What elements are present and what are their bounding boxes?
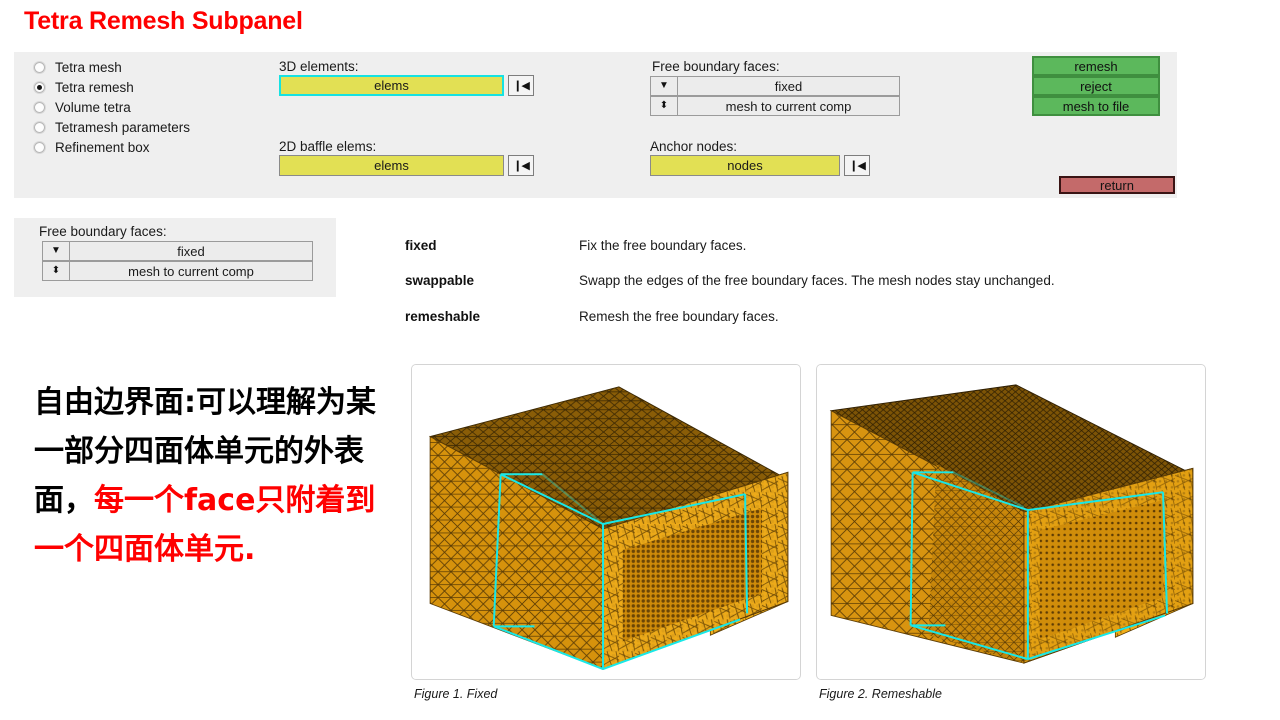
tetra-mesh-remeshable-image [817,365,1205,679]
radio-label: Refinement box [55,140,150,155]
definition-term-swappable: swappable [405,273,475,288]
radio-tetra-remesh[interactable]: Tetra remesh [34,80,134,95]
radio-refinement-box[interactable]: Refinement box [34,140,150,155]
radio-label: Tetra mesh [55,60,122,75]
figure-1-frame [411,364,801,680]
sub-free-boundary-destination-selector[interactable]: ⬍ mesh to current comp [42,261,313,281]
sub-free-boundary-mode-value[interactable]: fixed [70,241,313,261]
tetra-mesh-fixed-image [412,365,800,679]
up-down-arrow-icon[interactable]: ⬍ [42,261,70,281]
page-title: Tetra Remesh Subpanel [24,7,303,35]
collector-2d-baffle-elems[interactable]: elems ❙◀ [279,155,534,176]
collector-3d-elements-value[interactable]: elems [279,75,504,96]
skip-back-icon[interactable]: ❙◀ [844,155,870,176]
definition-desc-fixed: Fix the free boundary faces. [579,238,747,253]
free-boundary-faces-subpanel: Free boundary faces: ▼ fixed ⬍ mesh to c… [14,218,336,297]
radio-indicator-selected [34,82,45,93]
radio-indicator [34,102,45,113]
free-boundary-mode-value[interactable]: fixed [678,76,900,96]
collector-anchor-nodes[interactable]: nodes ❙◀ [650,155,870,176]
radio-tetra-mesh[interactable]: Tetra mesh [34,60,122,75]
tetra-remesh-panel: Tetra mesh Tetra remesh Volume tetra Tet… [14,52,1177,198]
sub-free-boundary-destination-value[interactable]: mesh to current comp [70,261,313,281]
radio-label: Tetramesh parameters [55,120,191,135]
radio-indicator [34,62,45,73]
note-line-3-black: 面， [34,483,94,518]
radio-label: Tetra remesh [55,80,134,95]
figure-2-frame [816,364,1206,680]
label-free-boundary-faces: Free boundary faces: [652,59,780,74]
chevron-down-icon[interactable]: ▼ [42,241,70,261]
figure-2-caption: Figure 2. Remeshable [819,687,942,701]
note-line-3: 面，每一个face只附着到 [34,476,406,525]
definition-term-remeshable: remeshable [405,309,481,324]
collector-3d-elements[interactable]: elems ❙◀ [279,75,534,96]
label-anchor-nodes: Anchor nodes: [650,139,738,154]
note-line-4: 一个四面体单元. [34,532,256,567]
label-3d-elements: 3D elements: [279,59,359,74]
radio-indicator [34,122,45,133]
note-line-1: 自由边界面:可以理解为某 [34,385,376,420]
note-line-2: 一部分四面体单元的外表 [34,434,364,469]
skip-back-icon[interactable]: ❙◀ [508,155,534,176]
up-down-arrow-icon[interactable]: ⬍ [650,96,678,116]
label-2d-baffle-elems: 2D baffle elems: [279,139,377,154]
radio-tetramesh-parameters[interactable]: Tetramesh parameters [34,120,190,135]
radio-volume-tetra[interactable]: Volume tetra [34,100,131,115]
remesh-button[interactable]: remesh [1032,56,1160,76]
label-free-boundary-faces: Free boundary faces: [39,224,167,239]
collector-anchor-nodes-value[interactable]: nodes [650,155,840,176]
free-boundary-destination-value[interactable]: mesh to current comp [678,96,900,116]
mesh-to-file-button[interactable]: mesh to file [1032,96,1160,116]
reject-button[interactable]: reject [1032,76,1160,96]
definition-term-fixed: fixed [405,238,437,253]
sub-free-boundary-mode-selector[interactable]: ▼ fixed [42,241,313,261]
figure-1-caption: Figure 1. Fixed [414,687,498,701]
radio-label: Volume tetra [55,100,131,115]
radio-indicator [34,142,45,153]
free-boundary-destination-selector[interactable]: ⬍ mesh to current comp [650,96,900,116]
definition-desc-remeshable: Remesh the free boundary faces. [579,309,779,324]
collector-2d-baffle-elems-value[interactable]: elems [279,155,504,176]
free-boundary-mode-selector[interactable]: ▼ fixed [650,76,900,96]
note-line-3-red: 每一个face只附着到 [94,483,376,518]
return-button[interactable]: return [1059,176,1175,194]
annotation-note: 自由边界面:可以理解为某 一部分四面体单元的外表 面，每一个face只附着到 一… [34,378,406,574]
skip-back-icon[interactable]: ❙◀ [508,75,534,96]
definition-desc-swappable: Swapp the edges of the free boundary fac… [579,273,1055,288]
chevron-down-icon[interactable]: ▼ [650,76,678,96]
